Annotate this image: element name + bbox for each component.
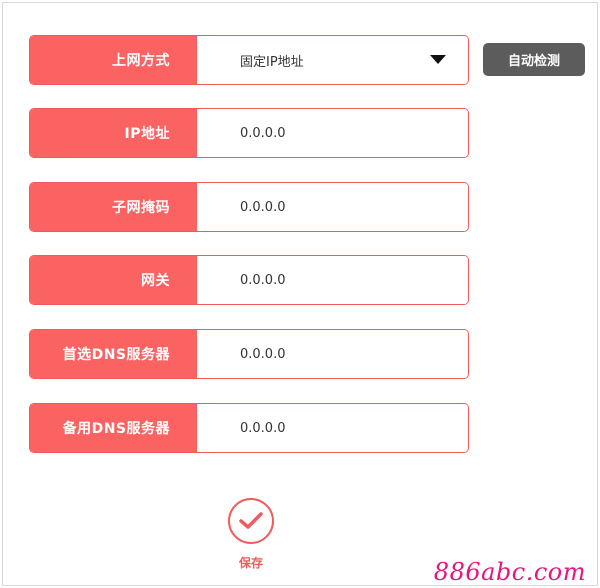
save-button[interactable]: 保存: [222, 498, 280, 571]
connection-type-row: 上网方式 固定IP地址: [29, 35, 469, 85]
primary-dns-label: 首选DNS服务器: [30, 330, 197, 378]
subnet-mask-label: 子网掩码: [30, 183, 197, 231]
ip-address-row: IP地址 0.0.0.0: [29, 108, 469, 158]
watermark: 886abc.com: [433, 558, 586, 586]
primary-dns-row: 首选DNS服务器 0.0.0.0: [29, 329, 469, 379]
ip-address-input[interactable]: 0.0.0.0: [197, 109, 468, 157]
secondary-dns-label: 备用DNS服务器: [30, 404, 197, 452]
ip-address-label: IP地址: [30, 109, 197, 157]
subnet-mask-row: 子网掩码 0.0.0.0: [29, 182, 469, 232]
connection-type-value: 固定IP地址: [240, 54, 304, 70]
connection-type-select[interactable]: 固定IP地址: [197, 36, 468, 84]
save-label: 保存: [238, 556, 263, 570]
gateway-row: 网关 0.0.0.0: [29, 255, 469, 305]
gateway-input[interactable]: 0.0.0.0: [197, 256, 468, 304]
check-circle-icon: [228, 498, 274, 544]
gateway-label: 网关: [30, 256, 197, 304]
secondary-dns-input[interactable]: 0.0.0.0: [197, 404, 468, 452]
triangle-down-icon: [430, 55, 446, 64]
auto-detect-button[interactable]: 自动检测: [483, 43, 585, 76]
connection-type-label: 上网方式: [30, 36, 197, 84]
subnet-mask-input[interactable]: 0.0.0.0: [197, 183, 468, 231]
primary-dns-input[interactable]: 0.0.0.0: [197, 330, 468, 378]
secondary-dns-row: 备用DNS服务器 0.0.0.0: [29, 403, 469, 453]
